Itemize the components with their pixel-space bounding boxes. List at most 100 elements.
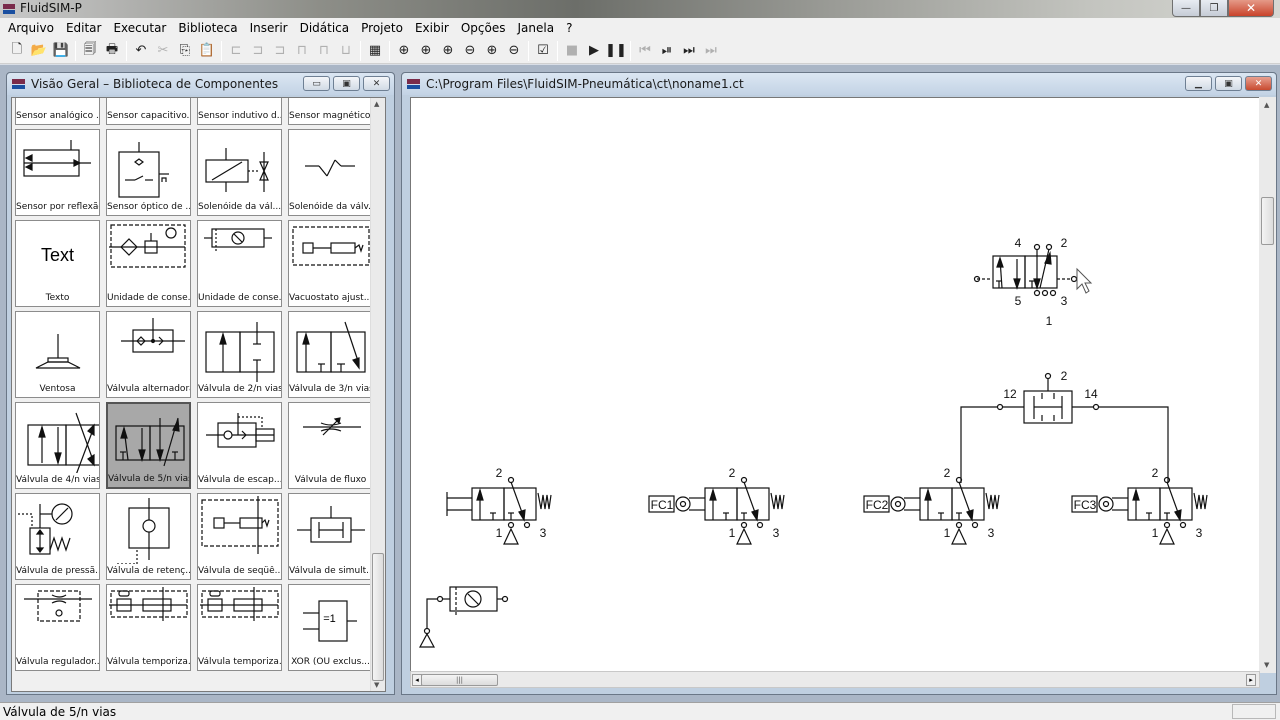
menu-exibir[interactable]: Exibir (409, 21, 455, 35)
paste-icon[interactable]: 📋 (196, 40, 218, 62)
library-item-suction-cup[interactable]: Ventosa (15, 311, 100, 398)
scroll-right-arrow-icon[interactable]: ▸ (1246, 674, 1256, 686)
open-folder-icon[interactable]: 📂 (28, 40, 50, 62)
library-item-label: Válvula temporiza... (198, 657, 281, 667)
menu-editar[interactable]: Editar (60, 21, 108, 35)
menu-projeto[interactable]: Projeto (355, 21, 409, 35)
library-item-sensor-capacitive[interactable]: Sensor capacitivo... (106, 98, 191, 125)
library-item-valve-4n[interactable]: Válvula de 4/n vias (15, 402, 100, 489)
step-icon[interactable]: ⏯ (656, 40, 678, 62)
circuit-diagram[interactable]: 21 321 3FC121 3FC221 3FC34 25 3112214 (411, 98, 1260, 673)
library-minimize-button[interactable]: ▭ (303, 76, 330, 91)
circuit-minimize-button[interactable]: ▁ (1185, 76, 1212, 91)
library-item-sequence-valve[interactable]: Válvula de seqüê... (197, 493, 282, 580)
menu-inserir[interactable]: Inserir (244, 21, 294, 35)
library-item-flow-control[interactable]: Válvula regulador... (15, 584, 100, 671)
menu-arquivo[interactable]: Arquivo (2, 21, 60, 35)
print-icon[interactable]: 🖶 (101, 40, 123, 62)
scroll-down-arrow-icon[interactable]: ▼ (374, 681, 379, 689)
library-item-vacuum-switch[interactable]: Vacuostato ajust... (288, 220, 373, 307)
new-file-icon[interactable]: 🗋 (6, 40, 28, 62)
library-item-time-delay-2[interactable]: Válvula temporiza... (197, 584, 282, 671)
library-item-xor[interactable]: =1 XOR (OU exclus... (288, 584, 373, 671)
library-item-valve-5n[interactable]: Válvula de 5/n vias (106, 402, 191, 489)
print-preview-icon[interactable]: 🗐 (79, 40, 101, 62)
circuit-canvas[interactable]: 2 1 3 2 1 3 FC1 2 1 3 FC2 2 1 3 FC3 4 2 5 3 1 12 2 14 (410, 97, 1260, 673)
library-item-text[interactable]: Text Texto (15, 220, 100, 307)
zoom-actual-icon[interactable]: ⊕ (393, 40, 415, 62)
menu-janela[interactable]: Janela (512, 21, 561, 35)
port-label: 2 (1061, 236, 1068, 250)
service-unit[interactable] (418, 586, 509, 648)
pause-icon[interactable]: ❚❚ (605, 40, 627, 62)
valve-5-2[interactable] (973, 243, 1078, 297)
library-item-and-valve[interactable]: Válvula de simult... (288, 493, 373, 580)
zoom-in-icon[interactable]: ⊕ (481, 40, 503, 62)
library-title-bar[interactable]: Visão Geral – Biblioteca de Componentes … (7, 73, 394, 95)
minimize-button[interactable]: — (1172, 0, 1200, 17)
align-left-icon[interactable]: ⊏ (225, 40, 247, 62)
zoom-window-icon[interactable]: ⊕ (437, 40, 459, 62)
library-item-sensor-reflex[interactable]: Sensor por reflexão (15, 129, 100, 216)
library-close-button[interactable]: ✕ (363, 76, 390, 91)
play-icon[interactable]: ▶ (583, 40, 605, 62)
maximize-button[interactable]: ❐ (1200, 0, 1228, 17)
circuit-restore-button[interactable]: ▣ (1215, 76, 1242, 91)
scroll-up-arrow-icon[interactable]: ▲ (1264, 101, 1269, 109)
zoom-fit-icon[interactable]: ⊕ (415, 40, 437, 62)
library-item-service-unit[interactable]: Unidade de conse... (106, 220, 191, 307)
step-end-icon[interactable]: ⏭ (678, 40, 700, 62)
library-scroll-thumb[interactable] (372, 553, 384, 681)
align-center-icon[interactable]: ⊐ (247, 40, 269, 62)
library-item-sensor-analog[interactable]: Sensor analógico ... (15, 98, 100, 125)
align-middle-icon[interactable]: ⊓ (313, 40, 335, 62)
library-item-flow-valve[interactable]: Válvula de fluxo (288, 402, 373, 489)
scroll-up-arrow-icon[interactable]: ▲ (374, 100, 379, 108)
copy-icon[interactable]: ⎘ (174, 40, 196, 62)
save-icon[interactable]: 💾 (50, 40, 72, 62)
check-icon[interactable]: ☑ (532, 40, 554, 62)
library-item-check-valve[interactable]: Válvula de retenç... (106, 493, 191, 580)
menu-executar[interactable]: Executar (107, 21, 172, 35)
menu-help[interactable]: ? (560, 21, 578, 35)
library-item-solenoid-valve-2[interactable]: Solenóide da válv... (288, 129, 373, 216)
circuit-vertical-scrollbar[interactable]: ▲ ▼ (1259, 97, 1276, 673)
zoom-previous-icon[interactable]: ⊖ (459, 40, 481, 62)
library-item-shuttle-valve[interactable]: Válvula alternadora (106, 311, 191, 398)
circuit-close-button[interactable]: ✕ (1245, 76, 1272, 91)
circuit-hscroll-thumb[interactable]: ||| (421, 674, 498, 686)
circuit-horizontal-scrollbar[interactable]: ◂ ||| ▸ (410, 671, 1260, 688)
library-item-time-delay[interactable]: Válvula temporiza... (106, 584, 191, 671)
circuit-vscroll-thumb[interactable] (1261, 197, 1274, 245)
library-item-sensor-inductive[interactable]: Sensor indutivo d... (197, 98, 282, 125)
library-item-label: Vacuostato ajust... (289, 293, 372, 303)
align-top-icon[interactable]: ⊓ (291, 40, 313, 62)
library-item-valve-2n[interactable]: Válvula de 2/n vias (197, 311, 282, 398)
library-item-solenoid-valve[interactable]: Solenóide da vál... (197, 129, 282, 216)
menu-biblioteca[interactable]: Biblioteca (172, 21, 243, 35)
cut-icon[interactable]: ✂ (152, 40, 174, 62)
zoom-out-icon[interactable]: ⊖ (503, 40, 525, 62)
service-unit-2-symbol-icon (204, 228, 272, 253)
library-item-pressure-valve[interactable]: Válvula de pressã... (15, 493, 100, 580)
fast-forward-icon[interactable]: ⏭ (700, 40, 722, 62)
menu-didatica[interactable]: Didática (294, 21, 356, 35)
undo-icon[interactable]: ↶ (130, 40, 152, 62)
library-item-sensor-optical[interactable]: Sensor óptico de ... (106, 129, 191, 216)
library-item-service-unit-2[interactable]: Unidade de conse... (197, 220, 282, 307)
pneumatic-line[interactable] (960, 406, 997, 483)
library-item-quick-exhaust[interactable]: Válvula de escap... (197, 402, 282, 489)
reset-icon[interactable]: ⏮ (634, 40, 656, 62)
scroll-down-arrow-icon[interactable]: ▼ (1264, 661, 1269, 669)
library-vertical-scrollbar[interactable]: ▲ ▼ (370, 98, 385, 691)
library-restore-button[interactable]: ▣ (333, 76, 360, 91)
library-item-valve-3n[interactable]: Válvula de 3/n vias (288, 311, 373, 398)
align-right-icon[interactable]: ⊐ (269, 40, 291, 62)
align-bottom-icon[interactable]: ⊔ (335, 40, 357, 62)
library-item-sensor-magnetic[interactable]: Sensor magnético... (288, 98, 373, 125)
close-button[interactable]: ✕ (1228, 0, 1274, 17)
circuit-title-bar[interactable]: C:\Program Files\FluidSIM-Pneumática\ct\… (402, 73, 1276, 95)
grid-icon[interactable]: ▦ (364, 40, 386, 62)
stop-icon[interactable]: ■ (561, 40, 583, 62)
menu-opcoes[interactable]: Opções (455, 21, 512, 35)
